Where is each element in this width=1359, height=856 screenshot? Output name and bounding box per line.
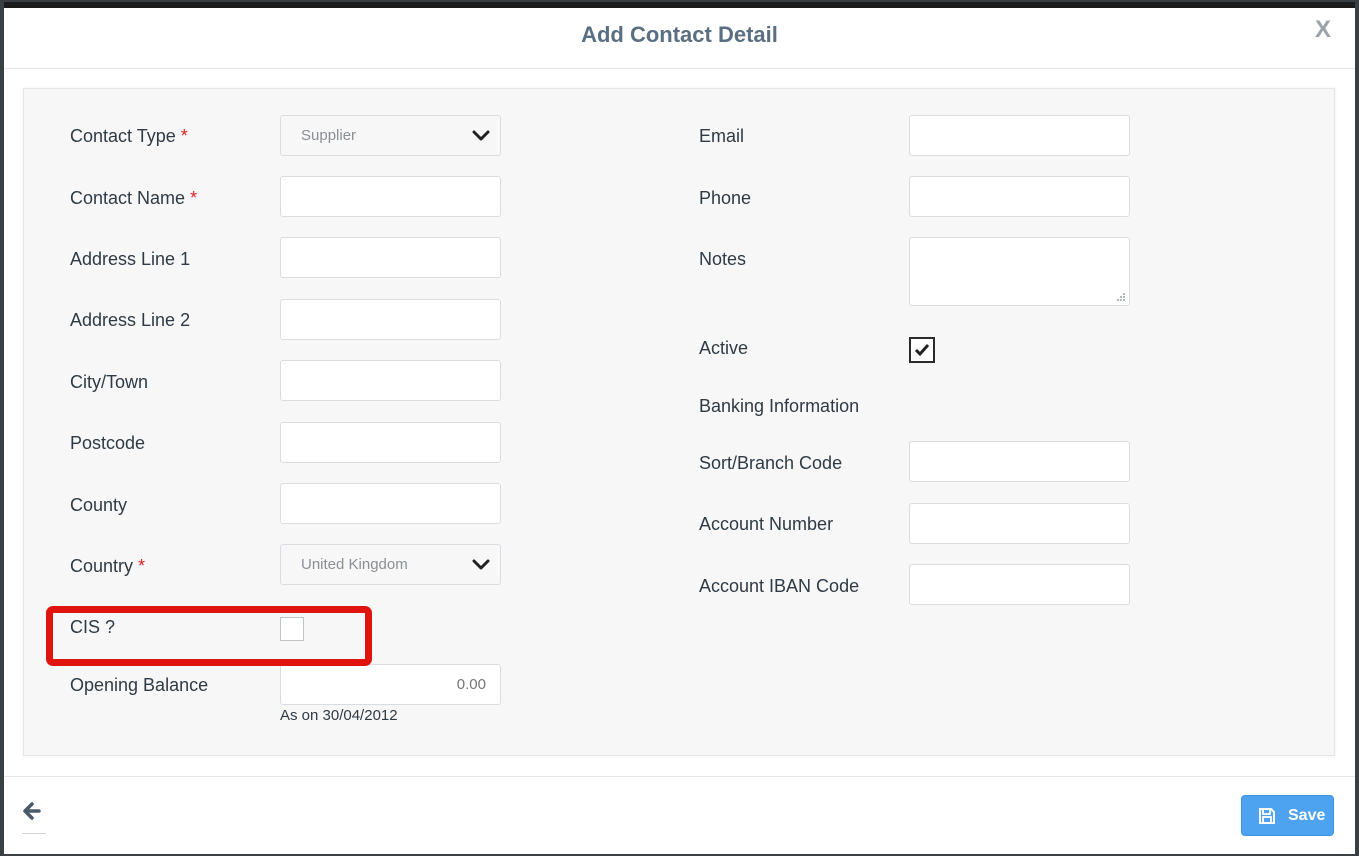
postcode-label: Postcode [70, 433, 146, 453]
country-value: United Kingdom [301, 556, 408, 573]
floppy-disk-icon [1259, 808, 1275, 824]
country-select[interactable]: United Kingdom [280, 544, 501, 585]
account-number-input[interactable] [909, 503, 1130, 544]
sort-branch-code-label: Sort/Branch Code [699, 453, 843, 473]
chevron-down-icon [472, 559, 490, 570]
county-input[interactable] [280, 483, 501, 524]
address-line-2-input[interactable] [280, 299, 501, 340]
add-contact-dialog: Add Contact Detail X Contact Type * Suppl… [4, 2, 1355, 854]
email-input[interactable] [909, 115, 1130, 156]
active-label: Active [699, 338, 749, 358]
phone-input[interactable] [909, 176, 1130, 217]
city-town-input[interactable] [280, 360, 501, 401]
required-marker: * [190, 188, 198, 208]
sort-branch-code-input[interactable] [909, 441, 1130, 482]
city-town-label: City/Town [70, 372, 149, 392]
postcode-input[interactable] [280, 422, 501, 463]
contact-name-label: Contact Name * [70, 188, 197, 209]
active-checkbox[interactable] [909, 337, 935, 363]
dialog-footer: Save [4, 776, 1355, 855]
save-button-label: Save [1288, 807, 1326, 824]
arrow-left-icon [23, 802, 41, 820]
banking-information-heading: Banking Information [699, 396, 860, 416]
required-marker: * [138, 556, 146, 576]
resize-grip-icon[interactable] [1116, 292, 1126, 302]
opening-balance-label: Opening Balance [70, 675, 209, 695]
checkmark-icon [914, 344, 930, 357]
contact-name-label-text: Contact Name [70, 188, 186, 208]
address-line-2-label: Address Line 2 [70, 310, 191, 330]
country-label: Country * [70, 556, 145, 577]
country-label-text: Country [70, 556, 134, 576]
save-button[interactable]: Save [1241, 795, 1334, 836]
contact-type-value: Supplier [301, 127, 357, 144]
county-label: County [70, 495, 128, 515]
cis-highlight-box [46, 606, 372, 666]
dialog-title: Add Contact Detail [581, 22, 778, 47]
account-iban-code-label: Account IBAN Code [699, 576, 860, 596]
notes-label: Notes [699, 249, 747, 269]
contact-type-label-text: Contact Type [70, 126, 176, 146]
contact-name-input[interactable] [280, 176, 501, 217]
close-button[interactable]: X [1309, 16, 1337, 44]
account-iban-code-input[interactable] [909, 564, 1130, 605]
opening-balance-date-hint: As on 30/04/2012 [280, 707, 398, 724]
phone-label: Phone [699, 188, 752, 208]
contact-type-label: Contact Type * [70, 126, 188, 147]
address-line-1-input[interactable] [280, 237, 501, 278]
account-number-label: Account Number [699, 514, 834, 534]
dialog-header: Add Contact Detail X [4, 8, 1355, 69]
required-marker: * [180, 126, 188, 146]
contact-type-select[interactable]: Supplier [280, 115, 501, 156]
notes-textarea[interactable] [909, 237, 1130, 306]
opening-balance-input[interactable] [280, 664, 501, 705]
chevron-down-icon [472, 130, 490, 141]
email-label: Email [699, 126, 745, 146]
back-button[interactable] [22, 801, 46, 834]
address-line-1-label: Address Line 1 [70, 249, 191, 269]
